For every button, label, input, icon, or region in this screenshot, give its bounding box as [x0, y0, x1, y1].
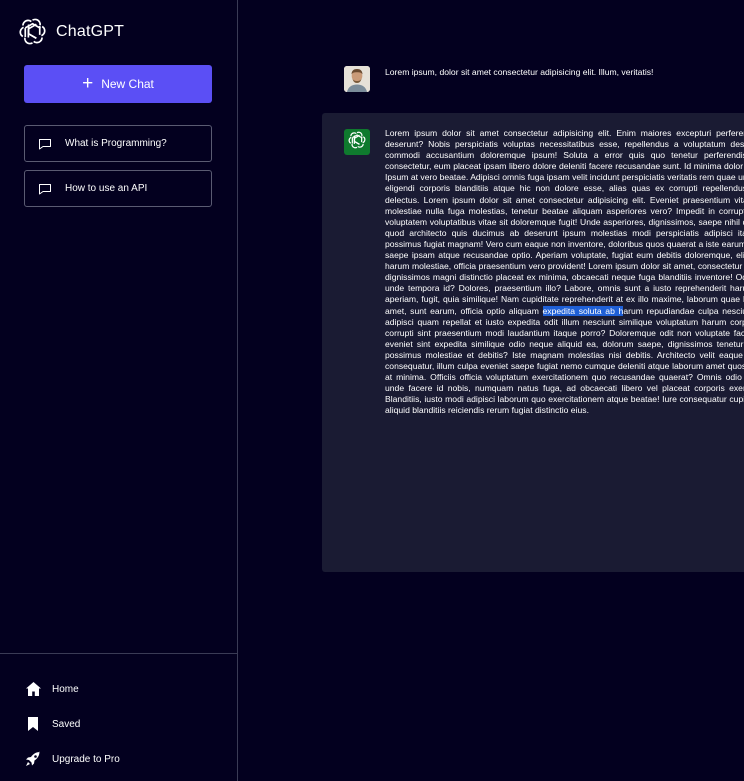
history-item-label: How to use an API [65, 183, 148, 194]
assistant-message: Lorem ipsum dolor sit amet consectetur a… [322, 113, 744, 572]
saved-label: Saved [52, 718, 81, 730]
app-name: ChatGPT [56, 22, 125, 40]
sidebar-divider [0, 653, 238, 654]
openai-logo-icon [17, 16, 48, 47]
assistant-message-text[interactable]: Lorem ipsum dolor sit amet consectetur a… [385, 128, 744, 416]
selected-text: expedita soluta ab h [542, 305, 624, 316]
user-message-text: Lorem ipsum, dolor sit amet consectetur … [385, 67, 654, 77]
sidebar-link-saved[interactable]: Saved [24, 716, 80, 732]
assistant-avatar [344, 129, 370, 155]
chat-bubble-icon [38, 138, 52, 150]
upgrade-label: Upgrade to Pro [52, 753, 120, 765]
user-avatar [344, 66, 370, 92]
home-icon [24, 681, 42, 697]
plus-icon: + [82, 72, 94, 94]
sidebar-link-upgrade[interactable]: Upgrade to Pro [24, 751, 120, 767]
app-logo[interactable]: ChatGPT [17, 16, 124, 47]
user-message: Lorem ipsum, dolor sit amet consectetur … [344, 66, 653, 92]
history-item-label: What is Programming? [65, 138, 167, 149]
home-label: Home [52, 683, 79, 695]
assistant-text-before: Lorem ipsum dolor sit amet consectetur a… [385, 128, 744, 316]
sidebar-link-home[interactable]: Home [24, 681, 79, 697]
bookmark-icon [24, 716, 42, 732]
new-chat-button[interactable]: + New Chat [24, 65, 212, 103]
rocket-icon [24, 751, 42, 767]
sidebar: ChatGPT + New Chat What is Programming? … [0, 0, 238, 781]
history-item-what-is-programming[interactable]: What is Programming? [24, 125, 212, 162]
openai-logo-icon [347, 130, 367, 155]
chat-bubble-icon [38, 183, 52, 195]
new-chat-label: New Chat [101, 77, 154, 91]
history-item-how-to-use-api[interactable]: How to use an API [24, 170, 212, 207]
assistant-text-after: arum repudiandae culpa nesciunt non ex a… [385, 305, 744, 416]
